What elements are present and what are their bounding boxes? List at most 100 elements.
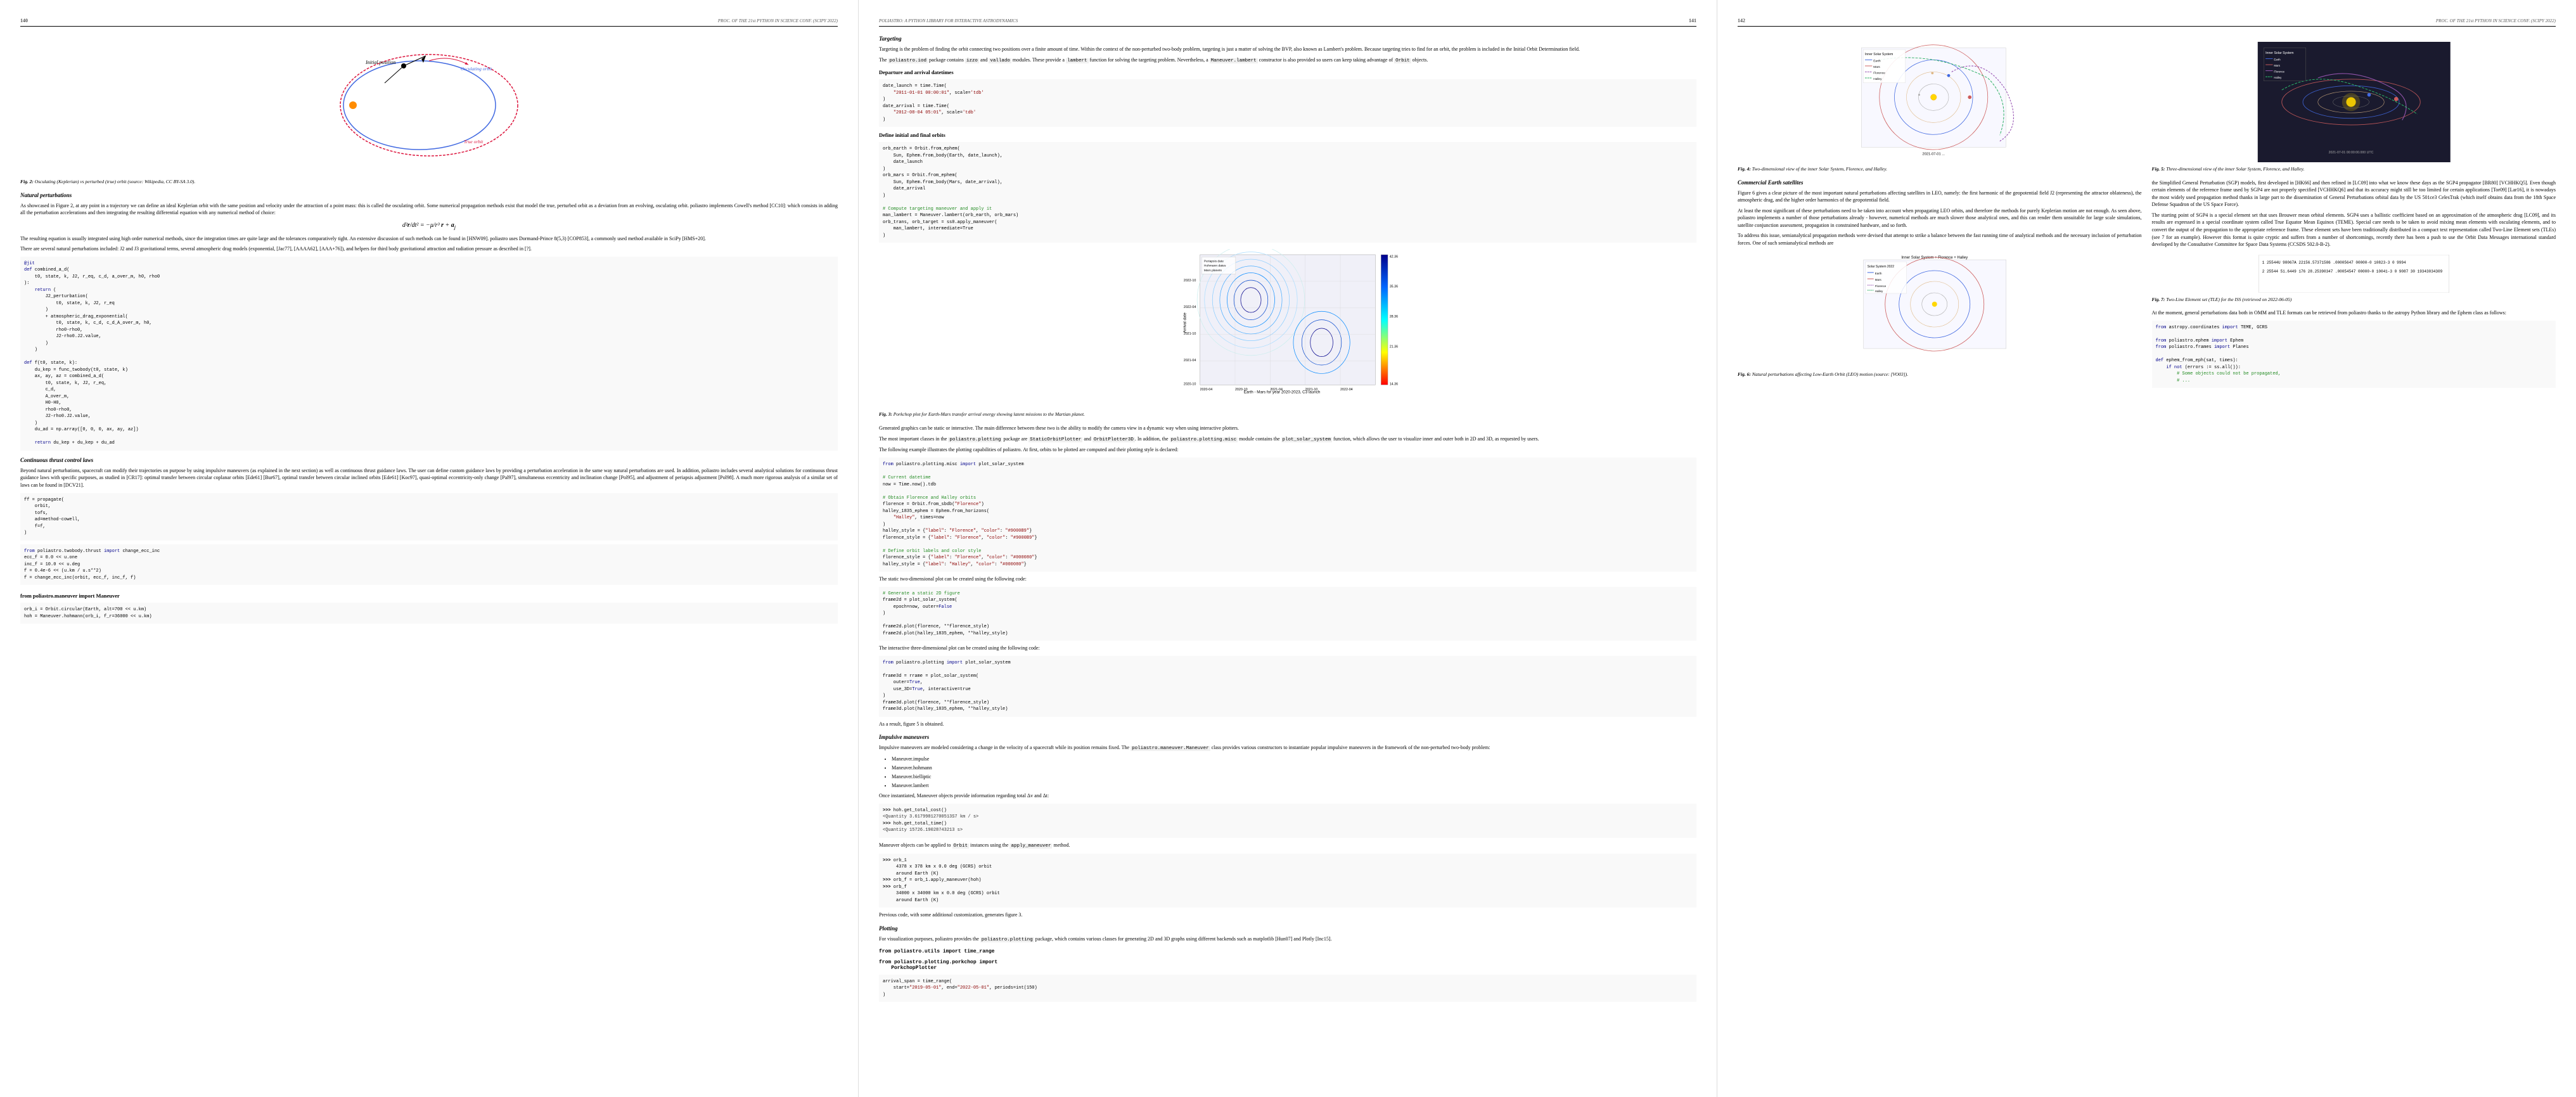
svg-text:Mars: Mars: [1873, 65, 1880, 69]
static-2d-code: # Generate a static 2D figure frame2d = …: [879, 587, 1696, 641]
svg-text:Inner Solar System: Inner Solar System: [2265, 51, 2293, 55]
orbits-code: orb_earth = Orbit.from_ephem( Sun, Ephem…: [879, 142, 1696, 243]
interactive-3d-intro: The interactive three-dimensional plot c…: [879, 645, 1696, 652]
page-142: 142 PROC. OF THE 21st PYTHON IN SCIENCE …: [1717, 0, 2576, 1097]
svg-text:Hohmann dates: Hohmann dates: [1204, 264, 1226, 268]
natural-perturbations-p1: As showcased in Figure 2, at any point i…: [20, 202, 838, 217]
plotting-intro-p: For visualization purposes, poliastro pr…: [879, 935, 1696, 944]
apply-maneuver-p: Maneuver objects can be applied to Orbit…: [879, 842, 1696, 850]
page-number-140: 140: [20, 18, 28, 23]
prev-code-p: Previous code, with some additional cust…: [879, 911, 1696, 919]
svg-text:35.36: 35.36: [1390, 285, 1398, 289]
apply-maneuver-code: >>> orb_1 4378 x 378 km x 0.0 deg (GCRS)…: [879, 854, 1696, 908]
arrival-span-code: arrival_span = time_range( start="2019-0…: [879, 975, 1696, 1003]
fig6-caption: Fig. 6: Natural perturbations affecting …: [1738, 371, 2142, 378]
fig7-tle: 1 25544U 98067A 22156.57371586 .00005647…: [2152, 255, 2556, 293]
static-2d-intro: The static two-dimensional plot can be c…: [879, 575, 1696, 583]
proc-title-142: PROC. OF THE 21st PYTHON IN SCIENCE CONF…: [2436, 18, 2556, 23]
targeting-p2: The poliastro.iod package contains izzo …: [879, 56, 1696, 65]
continuous-thrust-p1: Beyond natural perturbations, spacecraft…: [20, 467, 838, 489]
svg-text:2021-04: 2021-04: [1270, 388, 1283, 392]
porkchop-import: from poliastro.plotting.porkchop import …: [879, 959, 1696, 971]
proc-title-141: POLIASTRO: A PYTHON LIBRARY FOR INTERACT…: [879, 18, 1018, 23]
sgp4-p2: The starting point of SGP4 is a special …: [2152, 212, 2556, 248]
figure-5-container: Inner Solar System Earth Mars Florence H…: [2152, 42, 2556, 173]
equation-1: d²r/dt² = −μ/r³ r + aj: [20, 222, 838, 230]
maneuver-lambert: Maneuver.lambert: [892, 782, 1696, 790]
svg-text:Mars: Mars: [2274, 64, 2279, 67]
svg-text:Inner Solar System: Inner Solar System: [1865, 53, 1893, 56]
svg-text:Earth: Earth: [1873, 59, 1881, 63]
natural-perturbations-heading: Natural perturbations: [20, 192, 838, 198]
plotting-code-1: from poliastro.plotting.misc import plot…: [879, 458, 1696, 572]
svg-text:2022-04: 2022-04: [1184, 305, 1196, 309]
plotting-section-heading: Plotting: [879, 925, 1696, 932]
svg-text:2021-10: 2021-10: [1184, 332, 1196, 336]
maneuver-bielliptic: Maneuver.bielliptic: [892, 773, 1696, 781]
departure-arrival-heading: Departure and arrival datetimes: [879, 69, 1696, 75]
svg-text:Inner Solar System + Florence: Inner Solar System + Florence + Halley: [1901, 256, 1968, 260]
svg-text:Arrival date: Arrival date: [1182, 312, 1187, 333]
maneuver-info-code: >>> hoh.get_total_cost() <Quantity 3.617…: [879, 804, 1696, 838]
svg-text:Halley: Halley: [1873, 77, 1882, 81]
perturbation-code: @jit def combined_a_d( t0, state, k, J2,…: [20, 257, 838, 451]
svg-text:True orbit: True orbit: [464, 139, 484, 144]
left-col-top: Inner Solar System Earth Mars Florence H…: [1738, 35, 2142, 392]
svg-text:2020-10: 2020-10: [1235, 388, 1248, 392]
natural-perturbations-p3: There are several natural perturbations …: [20, 245, 838, 253]
svg-text:Florence: Florence: [2274, 70, 2284, 73]
sgp4-p1: the Simplified General Perturbation (SGP…: [2152, 179, 2556, 208]
page-header-142: 142 PROC. OF THE 21st PYTHON IN SCIENCE …: [1738, 18, 2556, 27]
svg-text:2021-07-01 00:00:00.000 UTC: 2021-07-01 00:00:00.000 UTC: [2328, 151, 2373, 155]
inner-solar-2d-figure: Inner Solar System Earth Mars Florence H…: [1738, 42, 2142, 162]
interactive-3d-code: from poliastro.plotting import plot_sola…: [879, 656, 1696, 717]
commercial-p2: At least the most significant of these p…: [1738, 207, 2142, 229]
svg-text:Mars planets: Mars planets: [1204, 269, 1222, 273]
fig7-caption: Fig. 7: Two-Line Element set (TLE) for t…: [2152, 297, 2556, 304]
svg-text:Mars: Mars: [1875, 278, 1882, 281]
document-container: 140 PROC. OF THE 21st PYTHON IN SCIENCE …: [0, 0, 2576, 1097]
maneuver-from-heading: from poliastro.maneuver import Maneuver: [20, 593, 838, 599]
plotting-p1: Generated graphics can be static or inte…: [879, 425, 1696, 432]
svg-text:Florence: Florence: [1875, 285, 1887, 288]
page-number-141: 141: [1689, 18, 1696, 23]
orbit-figure-2: Initial position Osculating orbit True o…: [20, 35, 838, 175]
page-header-140: 140 PROC. OF THE 21st PYTHON IN SCIENCE …: [20, 18, 838, 27]
impulsive-p2: Once instantiated, Maneuver objects prov…: [879, 792, 1696, 800]
svg-text:21.36: 21.36: [1390, 345, 1398, 349]
plotting-p2: The most important classes in the polias…: [879, 435, 1696, 444]
figure-2-container: Initial position Osculating orbit True o…: [20, 35, 838, 186]
figures-top-row: Inner Solar System Earth Mars Florence H…: [1738, 35, 2556, 392]
page-number-142: 142: [1738, 18, 1745, 23]
proc-title-140: PROC. OF THE 21st PYTHON IN SCIENCE CONF…: [718, 18, 838, 23]
svg-text:Osculating orbit: Osculating orbit: [461, 66, 492, 72]
figure-6-container: Inner Solar System + Florence + Halley S…: [1738, 253, 2142, 378]
figure-4-container: Inner Solar System Earth Mars Florence H…: [1738, 42, 2142, 173]
svg-text:2021-10: 2021-10: [1305, 388, 1318, 392]
figure-3-container: 42.36 35.36 28.36 21.36 14.36 Earth - Ma…: [879, 249, 1696, 418]
impulsive-maneuvers-heading: Impulsive maneuvers: [879, 734, 1696, 740]
fig2-caption: Fig. 2: Osculating (Keplerian) vs pertur…: [20, 179, 838, 186]
impulsive-p1: Impulsive maneuvers are modeled consider…: [879, 744, 1696, 752]
svg-text:42.36: 42.36: [1390, 255, 1398, 259]
svg-text:28.36: 28.36: [1390, 316, 1398, 319]
svg-text:Initial position: Initial position: [365, 60, 395, 65]
plotting-p3: The following example illustrates the pl…: [879, 446, 1696, 454]
natural-perturbations-p2: The resulting equation is usually integr…: [20, 235, 838, 243]
svg-text:2 25544 51.6449 176 28.253903: 2 25544 51.6449 176 28.25390347 .0005454…: [2262, 269, 2442, 274]
tle-code: from astropy.coordinates import TEME, GC…: [2152, 321, 2556, 388]
page-140: 140 PROC. OF THE 21st PYTHON IN SCIENCE …: [0, 0, 859, 1097]
continuous-thrust-heading: Continuous thrust control laws: [20, 457, 838, 463]
svg-text:Halley: Halley: [1875, 290, 1883, 293]
propagate-code: ff = propagate( orbit, tofs, ad=method-c…: [20, 493, 838, 541]
porkchop-plot: 42.36 35.36 28.36 21.36 14.36 Earth - Ma…: [879, 249, 1696, 407]
datetime-code: date_launch = time.Time( "2011-01-01 00:…: [879, 79, 1696, 127]
maneuver-hohmann: Maneuver.hohmann: [892, 764, 1696, 772]
svg-text:Florence: Florence: [1873, 71, 1885, 75]
targeting-heading: Targeting: [879, 35, 1696, 42]
fig6-svg: Inner Solar System + Florence + Halley S…: [1738, 253, 2142, 368]
result-p: As a result, figure 5 is obtained.: [879, 721, 1696, 728]
svg-text:Earth: Earth: [1875, 272, 1882, 275]
svg-text:2022-10: 2022-10: [1184, 279, 1196, 283]
fig3-caption: Fig. 3: Porkchop plot for Earth-Mars tra…: [879, 411, 1696, 418]
